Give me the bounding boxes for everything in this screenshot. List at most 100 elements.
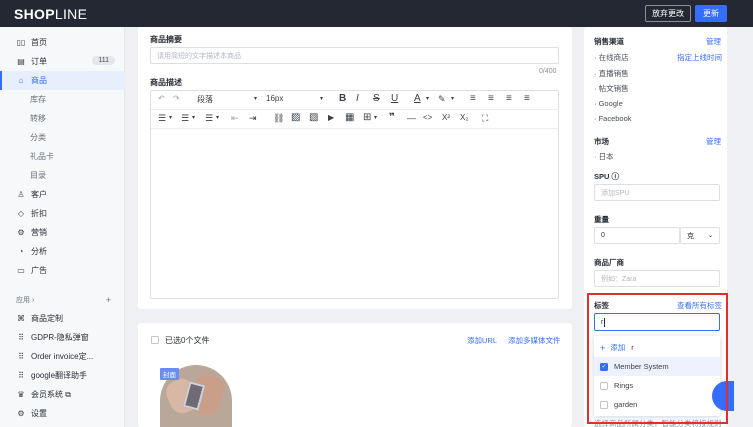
align-center-icon[interactable]: ≡ xyxy=(488,93,494,104)
align-right-icon[interactable]: ≡ xyxy=(506,93,512,104)
chevron-down-icon[interactable]: ▾ xyxy=(374,114,377,121)
outdent-icon[interactable]: ⇤ xyxy=(231,113,239,124)
numbered-list-icon[interactable]: ☰ xyxy=(205,113,213,124)
apps-section-header[interactable]: 应用 › + xyxy=(0,290,125,309)
vendor-input[interactable]: 例如：Zara xyxy=(594,270,720,287)
shopline-logo[interactable]: SHOPLINE xyxy=(14,6,87,22)
code-icon[interactable]: <> xyxy=(423,113,432,122)
add-app-icon[interactable]: + xyxy=(106,295,111,305)
italic-icon[interactable]: I xyxy=(356,93,359,104)
chevron-down-icon[interactable]: ▾ xyxy=(192,114,195,121)
add-url-link[interactable]: 添加URL xyxy=(467,335,497,346)
sidebar-item-gift-cards[interactable]: 礼品卡 xyxy=(0,147,125,166)
checkbox-checked[interactable]: ✓ xyxy=(600,362,608,371)
app-icon: ⠿ xyxy=(18,352,24,361)
tag-option-member-system[interactable]: ✓ Member System xyxy=(594,357,720,376)
chevron-down-icon: ⌄ xyxy=(707,233,713,239)
discard-changes-button[interactable]: 放弃更改 xyxy=(645,5,691,22)
sidebar: ▯▯ 首页 ▤ 订单 111 ⌂ 商品 库存 转移 分类 礼品卡 目录 ♙ 客户 ◇ 折扣 … xyxy=(0,27,125,427)
add-tag-option[interactable]: + 添加 r xyxy=(594,338,720,357)
checkbox[interactable] xyxy=(600,400,608,409)
font-color-icon[interactable]: A xyxy=(414,93,421,104)
chevron-down-icon[interactable]: ▾ xyxy=(169,114,172,121)
sidebar-app-google-translate[interactable]: ⠿ google翻译助手 xyxy=(0,366,125,385)
image-icon[interactable]: ▨ xyxy=(291,112,300,123)
chevron-down-icon[interactable]: ▾ xyxy=(216,114,219,121)
market-label: 市场 xyxy=(594,137,609,146)
chevron-down-icon[interactable]: ▾ xyxy=(320,95,323,102)
align-left-icon[interactable]: ≡ xyxy=(470,93,476,104)
sidebar-item-categories[interactable]: 分类 xyxy=(0,128,125,147)
undo-icon[interactable]: ↶ xyxy=(158,94,165,103)
horizontal-rule-icon[interactable]: — xyxy=(407,113,416,123)
gallery-icon[interactable]: ▧ xyxy=(309,112,318,123)
checkbox[interactable] xyxy=(600,381,608,390)
table-icon[interactable]: ⊞ xyxy=(363,112,371,123)
sidebar-app-product-customization[interactable]: ⌘ 商品定制 xyxy=(0,309,125,328)
indent-icon[interactable]: ⇥ xyxy=(249,113,257,124)
view-all-tags-link[interactable]: 查看所有标签 xyxy=(677,300,722,311)
chevron-down-icon[interactable]: ▾ xyxy=(426,95,429,102)
paragraph-select[interactable]: 段落 xyxy=(197,94,213,105)
justify-icon[interactable]: ≡ xyxy=(524,93,530,104)
sidebar-item-inventory[interactable]: 库存 xyxy=(0,90,125,109)
category-hint-text: 选择商品所属分类，智能分类将按规则 xyxy=(594,419,722,427)
sidebar-item-discounts[interactable]: ◇ 折扣 xyxy=(0,204,125,223)
tags-input[interactable]: r xyxy=(594,313,720,331)
media-icon[interactable]: ▦ xyxy=(345,112,354,123)
chevron-down-icon[interactable]: ▾ xyxy=(451,95,454,102)
sidebar-item-products[interactable]: ⌂ 商品 xyxy=(0,71,125,90)
editor-content-area[interactable] xyxy=(151,129,558,298)
fullscreen-icon[interactable]: ⛶ xyxy=(482,113,488,124)
chevron-down-icon[interactable]: ▾ xyxy=(254,95,257,102)
sidebar-item-transfer[interactable]: 转移 xyxy=(0,109,125,128)
bold-icon[interactable]: B xyxy=(339,93,346,104)
user-icon: ♙ xyxy=(17,190,25,199)
sidebar-item-catalog[interactable]: 目录 xyxy=(0,166,125,185)
description-label: 商品描述 xyxy=(150,78,182,87)
sidebar-app-order-invoice[interactable]: ⠿ Order invoice定... xyxy=(0,347,125,366)
sidebar-item-orders[interactable]: ▤ 订单 111 xyxy=(0,52,125,71)
subscript-icon[interactable]: X₂ xyxy=(460,113,468,122)
redo-icon[interactable]: ↷ xyxy=(173,94,180,103)
weight-input[interactable]: 0 xyxy=(594,227,680,244)
video-icon[interactable]: ▶ xyxy=(328,113,334,122)
discount-icon: ◇ xyxy=(17,209,25,218)
link-icon[interactable]: ⛓ xyxy=(273,113,284,124)
sidebar-item-home[interactable]: ▯▯ 首页 xyxy=(0,33,125,52)
sidebar-item-analytics[interactable]: ◔ 分析 xyxy=(0,242,125,261)
summary-input[interactable]: 请用简短的文字描述本商品 xyxy=(150,47,559,64)
sidebar-item-marketing[interactable]: ⚙ 营销 xyxy=(0,223,125,242)
sidebar-item-ads[interactable]: ▭ 广告 xyxy=(0,261,125,280)
sidebar-app-member-system[interactable]: ♛ 会员系统 ⧉ xyxy=(0,385,125,404)
vendor-label: 商品厂商 xyxy=(594,258,624,267)
sidebar-app-gdpr[interactable]: ⠿ GDPR-隐私弹窗 xyxy=(0,328,125,347)
add-media-link[interactable]: 添加多媒体文件 xyxy=(508,335,561,346)
update-button[interactable]: 更新 xyxy=(695,5,727,22)
highlight-icon[interactable]: ✎ xyxy=(438,94,446,105)
select-all-checkbox[interactable] xyxy=(151,336,159,344)
superscript-icon[interactable]: X² xyxy=(442,113,450,122)
weight-unit-select[interactable]: 克 ⌄ xyxy=(680,227,720,244)
schedule-publish-link[interactable]: 指定上线时间 xyxy=(677,52,722,63)
strikethrough-icon[interactable]: S xyxy=(373,93,380,104)
underline-icon[interactable]: U xyxy=(391,93,398,104)
analytics-icon: ◔ xyxy=(18,247,24,256)
top-bar: SHOPLINE 放弃更改 更新 xyxy=(0,0,753,27)
tag-option-garden[interactable]: garden xyxy=(594,395,720,414)
spu-label: SPU ⓘ xyxy=(594,172,620,181)
manage-channels-link[interactable]: 管理 xyxy=(706,36,721,47)
sidebar-item-settings[interactable]: ⚙ 设置 xyxy=(0,404,125,423)
line-height-icon[interactable]: ☰ xyxy=(158,113,166,124)
manage-market-link[interactable]: 管理 xyxy=(706,136,721,147)
bullet-list-icon[interactable]: ☰ xyxy=(181,113,189,124)
product-details-card: 商品摘要 请用简短的文字描述本商品 0/400 商品描述 ↶ ↷ 段落 ▾ 16… xyxy=(138,27,572,309)
font-size-select[interactable]: 16px xyxy=(266,94,283,103)
app-icon: ⠿ xyxy=(18,371,24,380)
order-icon: ▤ xyxy=(17,57,25,66)
tag-option-rings[interactable]: Rings xyxy=(594,376,720,395)
spu-input[interactable]: 添加SPU xyxy=(594,184,720,201)
floating-help-button[interactable] xyxy=(712,381,734,411)
sidebar-item-customers[interactable]: ♙ 客户 xyxy=(0,185,125,204)
quote-icon[interactable]: ❞ xyxy=(389,112,395,123)
